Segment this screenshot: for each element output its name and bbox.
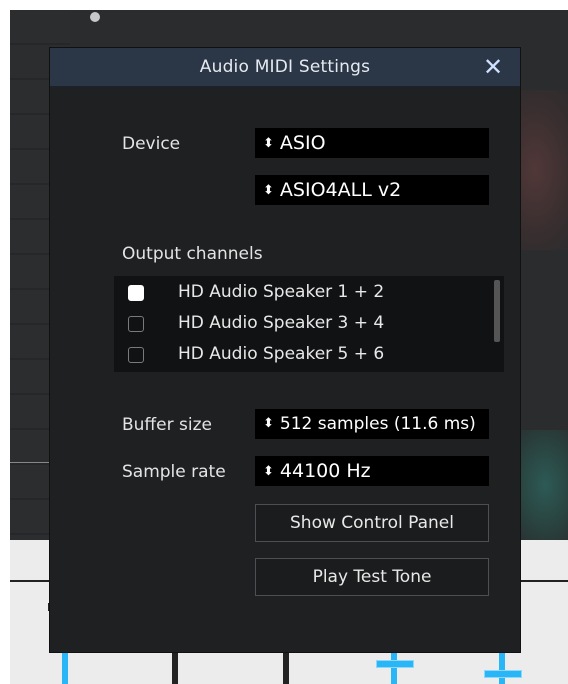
updown-arrows-icon: ⬍ bbox=[263, 183, 274, 198]
channel-checkbox[interactable] bbox=[128, 347, 144, 363]
updown-arrows-icon: ⬍ bbox=[263, 136, 274, 151]
list-item[interactable]: HD Audio Speaker 5 + 6 bbox=[114, 341, 489, 371]
buffer-size-select[interactable]: ⬍ 512 samples (11.6 ms) bbox=[255, 409, 489, 439]
device-type-value: ASIO bbox=[279, 132, 326, 154]
play-test-tone-button[interactable]: Play Test Tone bbox=[255, 558, 489, 596]
sample-rate-value: 44100 Hz bbox=[279, 460, 371, 482]
dialog-titlebar[interactable]: Audio MIDI Settings ✕ bbox=[50, 48, 520, 87]
buffer-size-label: Buffer size bbox=[122, 415, 212, 435]
channel-label: HD Audio Speaker 1 + 2 bbox=[178, 282, 385, 302]
channel-checkbox[interactable] bbox=[128, 285, 144, 301]
device-select[interactable]: ⬍ ASIO4ALL v2 bbox=[255, 175, 489, 205]
channel-checkbox[interactable] bbox=[128, 316, 144, 332]
fader-cap[interactable] bbox=[376, 660, 414, 668]
device-type-select[interactable]: ⬍ ASIO bbox=[255, 128, 489, 158]
background-dot bbox=[90, 12, 100, 22]
channel-label: HD Audio Speaker 5 + 6 bbox=[178, 344, 385, 364]
show-control-panel-button[interactable]: Show Control Panel bbox=[255, 504, 489, 542]
sample-rate-label: Sample rate bbox=[122, 462, 226, 482]
list-item[interactable]: HD Audio Speaker 3 + 4 bbox=[114, 310, 489, 340]
dialog-title: Audio MIDI Settings bbox=[199, 57, 371, 77]
sample-rate-select[interactable]: ⬍ 44100 Hz bbox=[255, 456, 489, 486]
updown-arrows-icon: ⬍ bbox=[263, 464, 274, 479]
output-channels-list[interactable]: HD Audio Speaker 1 + 2 HD Audio Speaker … bbox=[114, 276, 504, 372]
output-channels-label: Output channels bbox=[122, 244, 263, 264]
buffer-size-value: 512 samples (11.6 ms) bbox=[279, 414, 476, 434]
channel-label: HD Audio Speaker 3 + 4 bbox=[178, 313, 385, 333]
background-divider bbox=[10, 462, 50, 463]
device-label: Device bbox=[122, 134, 181, 154]
audio-midi-settings-dialog: Audio MIDI Settings ✕ Device ⬍ ASIO ⬍ ASIO… bbox=[50, 48, 520, 652]
device-value: ASIO4ALL v2 bbox=[279, 179, 402, 201]
fader-cap[interactable] bbox=[484, 670, 522, 678]
list-scrollbar[interactable] bbox=[494, 280, 500, 342]
close-icon[interactable]: ✕ bbox=[481, 55, 505, 79]
updown-arrows-icon: ⬍ bbox=[263, 416, 274, 431]
list-item[interactable]: HD Audio Speaker 1 + 2 bbox=[114, 279, 489, 309]
